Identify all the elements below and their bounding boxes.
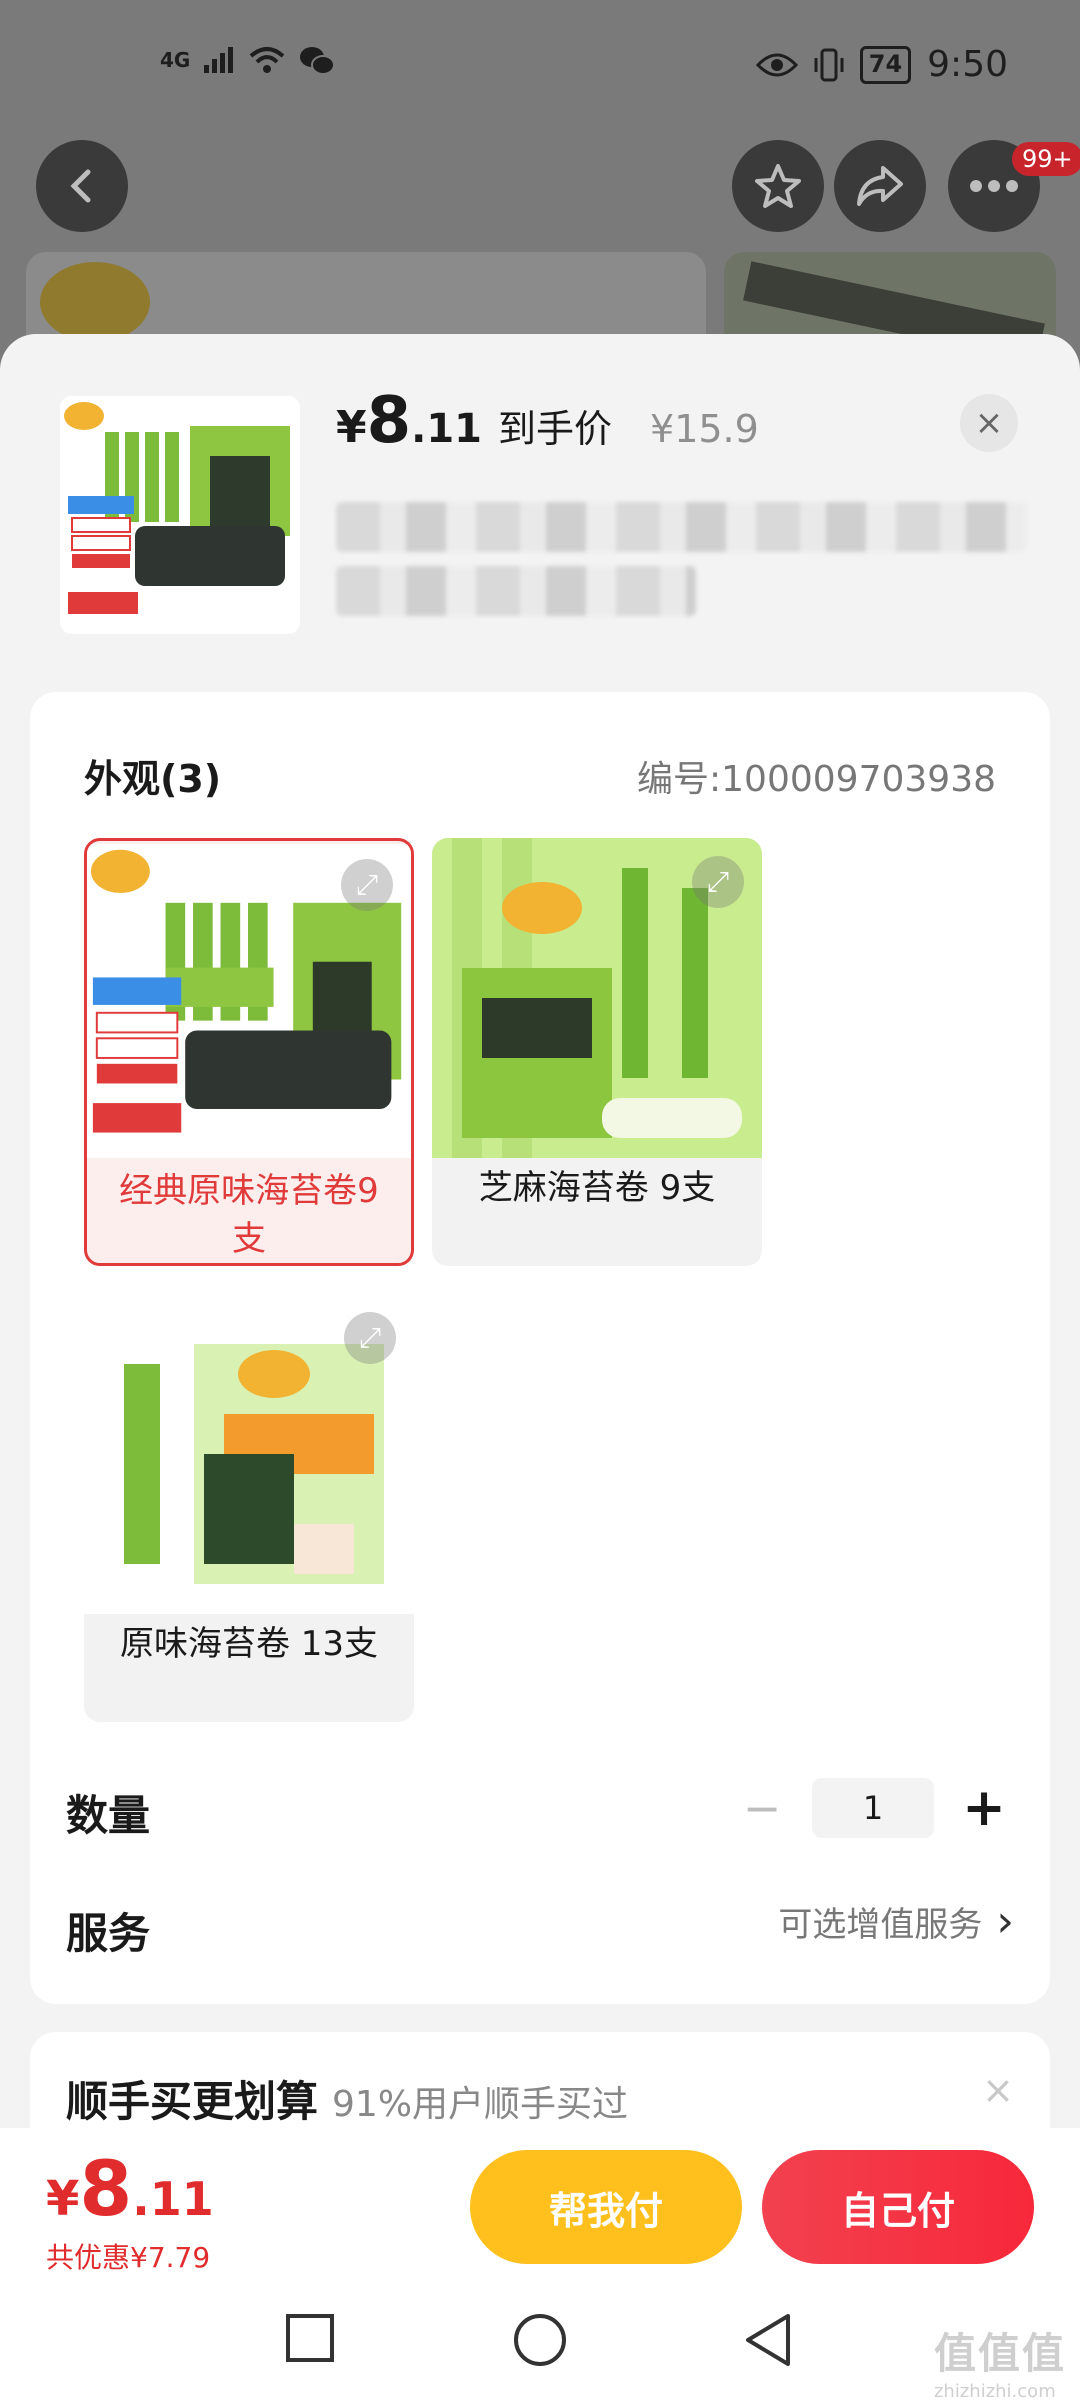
total-integer: 8 — [79, 2144, 133, 2233]
product-thumbnail[interactable] — [60, 396, 300, 634]
clock: 9:50 — [927, 44, 1008, 85]
signal-icon — [204, 47, 234, 73]
expand-image-button[interactable]: ⤢ — [692, 856, 744, 908]
final-price-label: 到手价 — [498, 407, 613, 451]
network-type: 4G — [160, 48, 191, 72]
total-price: ¥ 8 .11 — [46, 2144, 214, 2233]
wechat-icon — [300, 47, 336, 75]
status-icons-right: 74 9:50 — [755, 44, 1008, 85]
options-panel: 外观(3) 编号:100009703938 ⤢ 经典原味海苔卷9支 ⤢ 芝麻海苔… — [30, 692, 1050, 2004]
watermark: 值值值 zhizhizhi.com — [934, 2320, 1066, 2400]
product-subtitle-blurred — [336, 566, 696, 616]
price-currency: ¥ — [336, 402, 367, 453]
service-label: 服务 — [66, 1909, 151, 1958]
appearance-title: 外观(3) — [84, 757, 222, 801]
vibrate-icon — [814, 48, 844, 81]
expand-image-button[interactable]: ⤢ — [341, 859, 393, 911]
status-icons-left: 4G — [160, 44, 336, 76]
price-decimal: .11 — [411, 406, 483, 452]
bundle-title: 顺手买更划算 — [66, 2077, 319, 2126]
watermark-domain: zhizhizhi.com — [933, 2381, 1056, 2400]
price-integer: 8 — [366, 384, 412, 458]
bundle-title-row: 顺手买更划算 91%用户顺手买过 — [66, 2068, 628, 2129]
quantity-input[interactable]: 1 — [812, 1778, 934, 1838]
share-icon — [857, 166, 903, 206]
variant-label: 经典原味海苔卷9支 — [119, 1171, 379, 1259]
close-sheet-button[interactable]: × — [960, 394, 1018, 452]
favorite-button[interactable] — [732, 140, 824, 232]
notification-badge: 99+ — [1012, 142, 1080, 176]
system-navigation-bar — [0, 2280, 1080, 2400]
sku-selector-sheet: ¥ 8 .11 到手价 ¥15.9 × 外观(3) 编号:10000970393… — [0, 334, 1080, 2214]
sku-number: 编号:100009703938 — [637, 759, 996, 800]
bundle-subtitle: 91%用户顺手买过 — [332, 2084, 629, 2125]
wifi-icon — [250, 47, 285, 73]
help-me-pay-button[interactable]: 帮我付 — [470, 2150, 742, 2264]
total-decimal: .11 — [132, 2172, 214, 2226]
service-value: 可选增值服务 — [778, 1905, 983, 1945]
service-selector[interactable]: 可选增值服务 › — [778, 1896, 1014, 1947]
chevron-right-icon: › — [996, 1896, 1014, 1947]
share-button[interactable] — [834, 140, 926, 232]
expand-image-button[interactable]: ⤢ — [344, 1312, 396, 1364]
chevron-left-icon — [70, 169, 91, 203]
variant-option-original-13[interactable]: ⤢ 原味海苔卷 13支 — [84, 1294, 414, 1722]
discount-text: 共优惠¥7.79 — [46, 2241, 211, 2274]
price-row: ¥ 8 .11 到手价 ¥15.9 — [336, 384, 759, 458]
close-icon: × — [974, 403, 1004, 443]
increase-quantity-button[interactable]: + — [954, 1778, 1014, 1838]
battery-indicator: 74 — [859, 45, 912, 84]
pay-myself-button[interactable]: 自己付 — [762, 2150, 1034, 2264]
total-currency: ¥ — [46, 2171, 80, 2227]
quantity-stepper: − 1 + — [732, 1778, 1014, 1838]
decrease-quantity-button[interactable]: − — [732, 1781, 792, 1835]
variant-option-sesame-9[interactable]: ⤢ 芝麻海苔卷 9支 — [432, 838, 762, 1266]
variant-label: 原味海苔卷 13支 — [119, 1624, 379, 1664]
product-image — [60, 396, 300, 634]
star-icon — [755, 164, 801, 208]
recent-apps-icon[interactable] — [284, 2312, 336, 2364]
product-title-blurred — [336, 502, 1026, 552]
eye-icon — [755, 53, 798, 76]
home-icon[interactable] — [512, 2312, 568, 2368]
status-bar: 4G 74 9:50 — [0, 0, 1080, 140]
variant-option-classic-9[interactable]: ⤢ 经典原味海苔卷9支 — [84, 838, 414, 1266]
more-dots-icon — [970, 180, 1018, 192]
quantity-label: 数量 — [66, 1791, 151, 1840]
back-triangle-icon[interactable] — [742, 2312, 794, 2368]
brand-logo-image — [40, 262, 150, 342]
original-price: ¥15.9 — [650, 407, 759, 451]
watermark-text: 值值值 — [933, 2329, 1066, 2378]
bundle-close-icon[interactable]: × — [982, 2068, 1014, 2112]
checkout-bar: ¥ 8 .11 共优惠¥7.79 帮我付 自己付 — [0, 2128, 1080, 2280]
variant-label: 芝麻海苔卷 9支 — [478, 1168, 716, 1208]
back-button[interactable] — [36, 140, 128, 232]
